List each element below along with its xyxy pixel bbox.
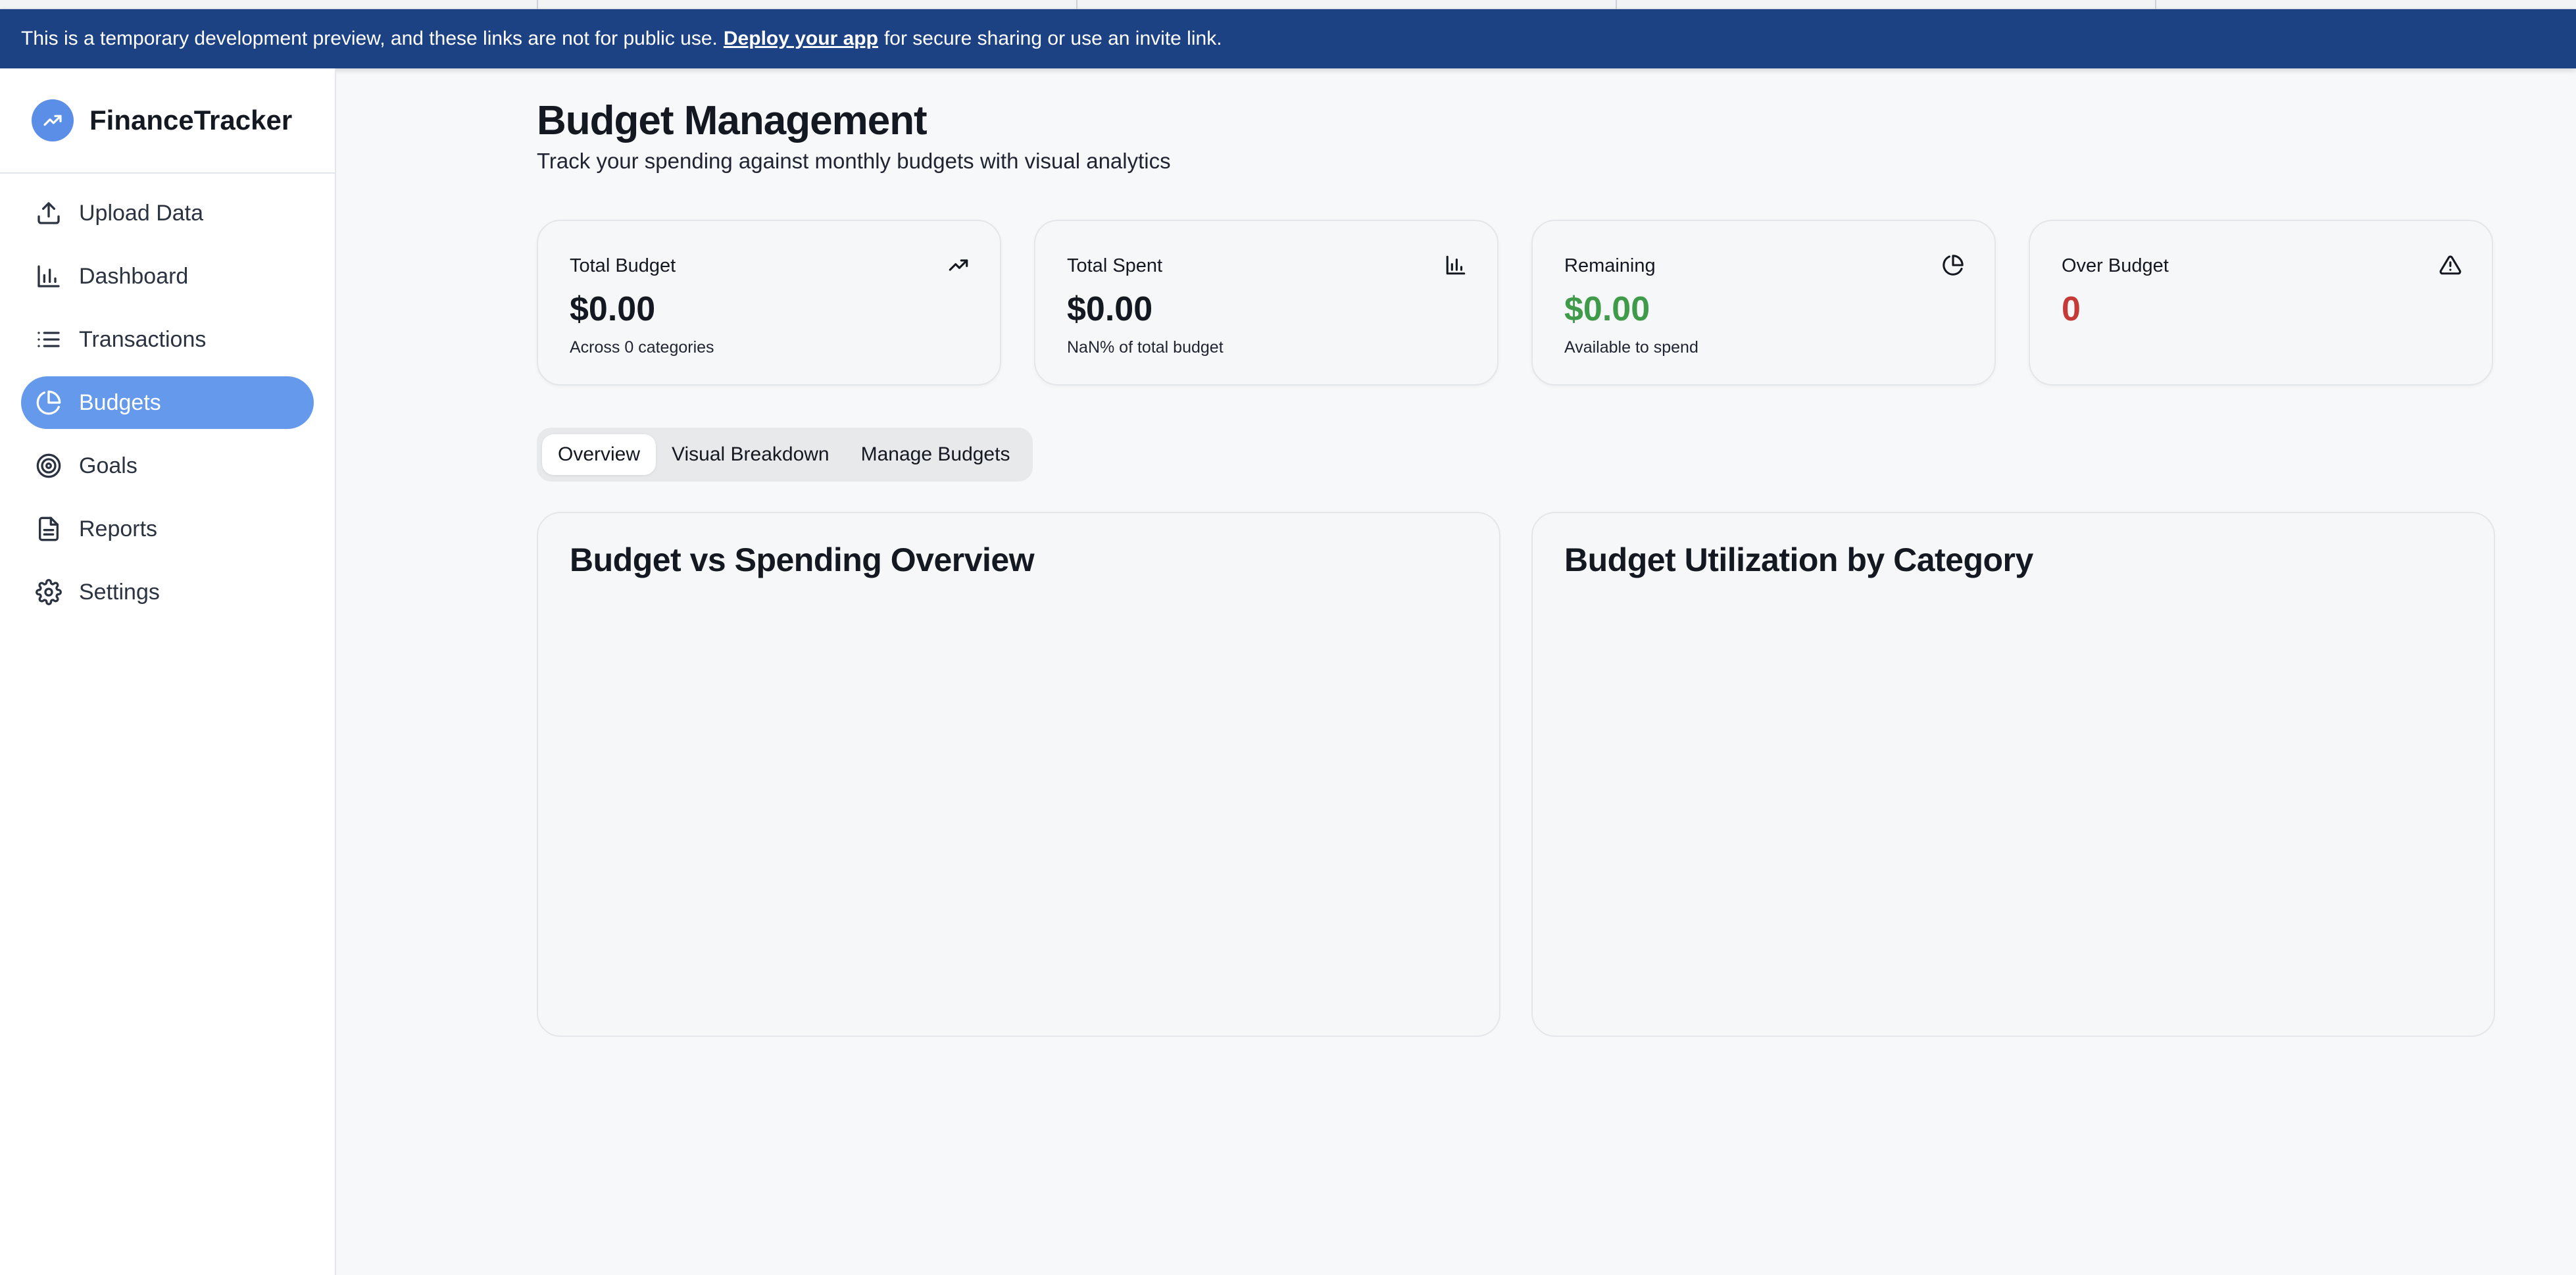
- sidebar-item-label: Settings: [79, 579, 160, 605]
- strip-divider: [537, 0, 538, 9]
- sidebar: FinanceTracker Upload Data Dashboard Tra…: [0, 68, 336, 1275]
- bar-chart-icon: [1445, 254, 1467, 276]
- pie-chart-icon: [36, 389, 62, 416]
- card-subtext: Across 0 categories: [570, 338, 714, 357]
- card-label: Total Budget: [570, 255, 676, 276]
- browser-top-strip: [0, 0, 2576, 9]
- card-label: Remaining: [1564, 255, 1656, 276]
- sidebar-item-budgets[interactable]: Budgets: [21, 376, 314, 429]
- trending-up-icon: [32, 99, 74, 141]
- budget-vs-spending-panel: Budget vs Spending Overview: [537, 512, 1500, 1037]
- card-value: $0.00: [1564, 290, 1650, 328]
- pie-chart-icon: [1942, 254, 1964, 276]
- banner-text-before: This is a temporary development preview,…: [21, 28, 718, 49]
- bar-chart-icon: [36, 263, 62, 289]
- sidebar-item-reports[interactable]: Reports: [21, 503, 314, 555]
- card-label: Total Spent: [1067, 255, 1163, 276]
- brand-name: FinanceTracker: [89, 105, 293, 136]
- budget-utilization-panel: Budget Utilization by Category: [1531, 512, 2495, 1037]
- strip-divider: [2155, 0, 2156, 9]
- total-budget-card: Total Budget $0.00 Across 0 categories: [537, 220, 1001, 386]
- dev-preview-banner: This is a temporary development preview,…: [0, 9, 2576, 68]
- target-icon: [36, 453, 62, 479]
- over-budget-card: Over Budget 0: [2029, 220, 2493, 386]
- gear-icon: [36, 579, 62, 605]
- sidebar-item-upload-data[interactable]: Upload Data: [21, 187, 314, 239]
- card-value: $0.00: [570, 290, 656, 328]
- remaining-card: Remaining $0.00 Available to spend: [1531, 220, 1996, 386]
- sidebar-item-label: Dashboard: [79, 263, 189, 289]
- brand[interactable]: FinanceTracker: [0, 68, 335, 174]
- tab-overview[interactable]: Overview: [542, 434, 656, 475]
- sidebar-item-dashboard[interactable]: Dashboard: [21, 250, 314, 303]
- sidebar-item-label: Goals: [79, 453, 137, 478]
- main-content: Budget Management Track your spending ag…: [337, 68, 2576, 1275]
- trending-up-icon: [947, 254, 970, 276]
- strip-divider: [1616, 0, 1617, 9]
- file-text-icon: [36, 516, 62, 542]
- strip-divider: [1076, 0, 1077, 9]
- sidebar-item-label: Budgets: [79, 389, 161, 415]
- sidebar-item-transactions[interactable]: Transactions: [21, 313, 314, 366]
- sidebar-item-label: Upload Data: [79, 200, 204, 226]
- sidebar-item-label: Reports: [79, 516, 158, 541]
- total-spent-card: Total Spent $0.00 NaN% of total budget: [1034, 220, 1499, 386]
- tab-visual-breakdown[interactable]: Visual Breakdown: [656, 434, 845, 475]
- budget-tabs: Overview Visual Breakdown Manage Budgets: [537, 428, 1033, 482]
- deploy-app-link[interactable]: Deploy your app: [724, 28, 878, 50]
- list-icon: [36, 326, 62, 353]
- sidebar-item-settings[interactable]: Settings: [21, 566, 314, 618]
- card-subtext: Available to spend: [1564, 338, 1698, 357]
- sidebar-item-label: Transactions: [79, 326, 207, 352]
- panel-title: Budget vs Spending Overview: [570, 541, 1035, 578]
- panel-title: Budget Utilization by Category: [1564, 541, 2033, 578]
- card-value: $0.00: [1067, 290, 1153, 328]
- tab-manage-budgets[interactable]: Manage Budgets: [845, 434, 1026, 475]
- upload-icon: [36, 200, 62, 226]
- sidebar-item-goals[interactable]: Goals: [21, 439, 314, 492]
- page-title: Budget Management: [537, 98, 928, 143]
- card-label: Over Budget: [2062, 255, 2169, 276]
- page-subtitle: Track your spending against monthly budg…: [537, 149, 1171, 173]
- card-value: 0: [2062, 290, 2081, 328]
- banner-text-after: for secure sharing or use an invite link…: [883, 28, 1222, 49]
- alert-triangle-icon: [2439, 254, 2462, 276]
- card-subtext: NaN% of total budget: [1067, 338, 1224, 357]
- sidebar-nav: Upload Data Dashboard Transactions Budge…: [0, 174, 335, 642]
